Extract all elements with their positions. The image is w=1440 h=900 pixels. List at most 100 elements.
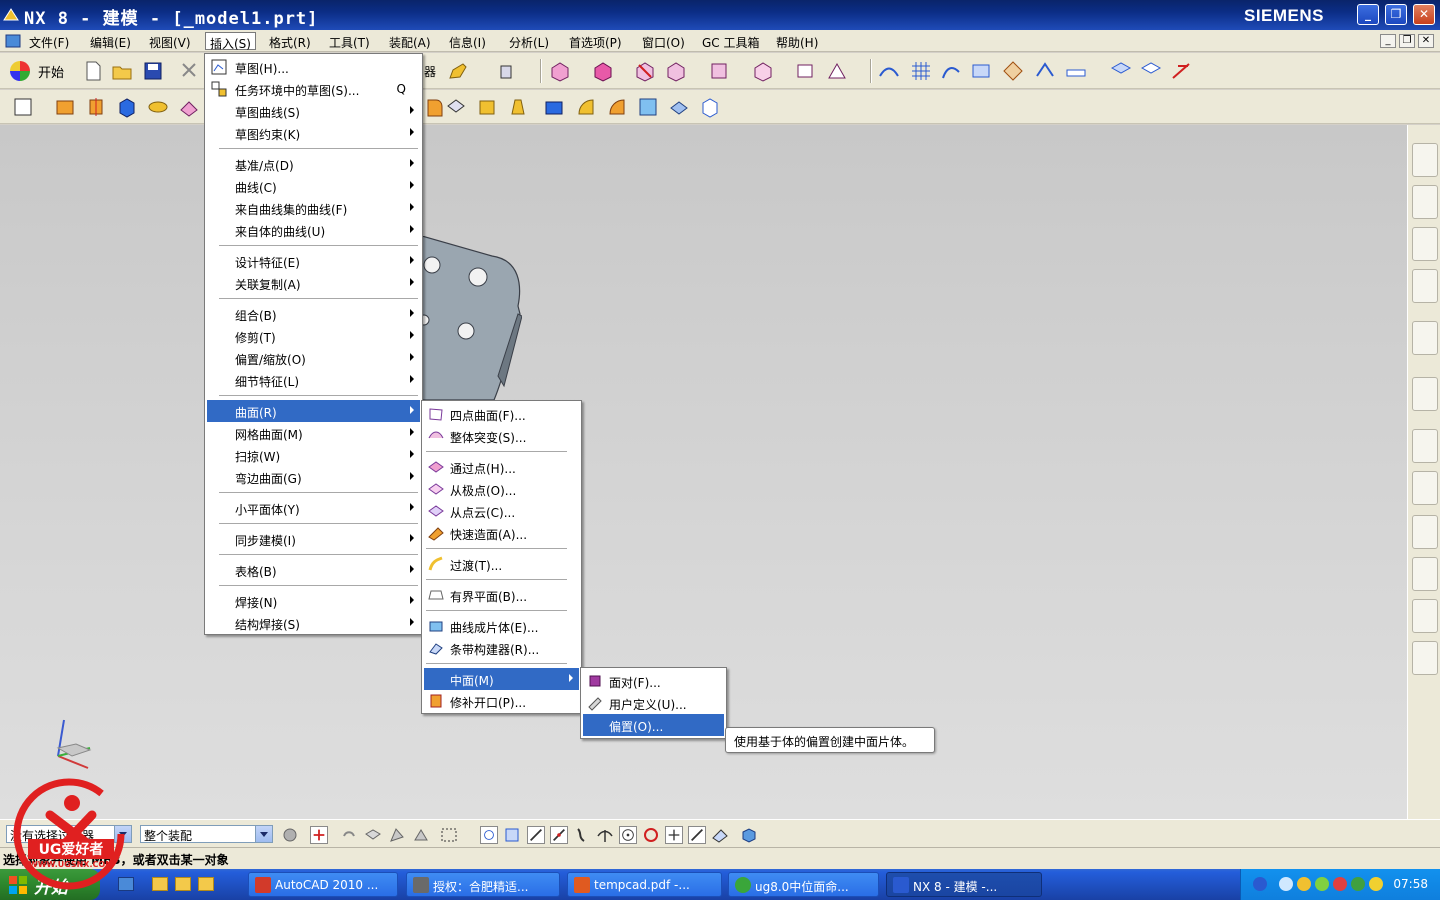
menu-item-sketch-constraint[interactable]: 草图约束(K) <box>207 122 420 144</box>
through-curves-icon[interactable] <box>878 60 900 82</box>
model-part[interactable] <box>422 236 522 400</box>
menu-item-strip-builder[interactable]: 条带构建器(R)... <box>424 637 579 659</box>
doc-close-button[interactable]: ✕ <box>1418 34 1434 48</box>
menu-item-detail-feature[interactable]: 细节特征(L) <box>207 369 420 391</box>
menu-item-user-defined[interactable]: 用户定义(U)... <box>583 692 724 714</box>
hide-icon[interactable] <box>634 60 656 82</box>
menu-item-four-point-surface[interactable]: 四点曲面(F)... <box>424 403 579 425</box>
section-icon[interactable] <box>795 60 817 82</box>
menu-item-associative-copy[interactable]: 关联复制(A) <box>207 272 420 294</box>
restore-button[interactable]: ❐ <box>1385 4 1407 25</box>
menu-item-rapid-surface[interactable]: 整体突变(S)... <box>424 425 579 447</box>
trim-sheet-icon[interactable] <box>1140 60 1162 82</box>
existing-point-icon[interactable] <box>665 826 683 844</box>
swept-icon[interactable] <box>940 60 962 82</box>
quadrant-point-icon[interactable] <box>642 826 660 844</box>
tray-update-icon[interactable] <box>1369 877 1383 891</box>
menu-file[interactable]: 文件(F) <box>25 32 73 50</box>
dropdown-arrow-icon[interactable] <box>255 826 272 842</box>
constraint-navigator-icon[interactable] <box>1412 185 1438 219</box>
hole-icon[interactable] <box>147 96 169 118</box>
menu-item-mesh-surface[interactable]: 网格曲面(M) <box>207 422 420 444</box>
menu-gc-toolkit[interactable]: GC 工具箱 <box>698 32 764 50</box>
view-icon[interactable] <box>549 60 571 82</box>
task-license[interactable]: 授权：合肥精适... <box>406 872 560 897</box>
wcs-icon[interactable] <box>752 60 774 82</box>
extrude-icon[interactable] <box>54 96 76 118</box>
doc-restore-button[interactable]: ❐ <box>1399 34 1415 48</box>
draft-icon[interactable] <box>507 96 529 118</box>
menu-window[interactable]: 窗口(O) <box>638 32 689 50</box>
menu-item-sketch-in-task[interactable]: 任务环境中的草图(S)... Q <box>207 78 420 100</box>
split-body-icon[interactable] <box>668 96 690 118</box>
select-body-icon[interactable] <box>364 826 382 844</box>
extend-icon[interactable] <box>1170 60 1192 82</box>
menu-assemblies[interactable]: 装配(A) <box>385 32 435 50</box>
menu-item-from-point-cloud[interactable]: 从点云(C)... <box>424 500 579 522</box>
menu-item-transition[interactable]: 过渡(T)... <box>424 553 579 575</box>
menu-item-curve-from-bodies[interactable]: 来自体的曲线(U) <box>207 219 420 241</box>
offset-surface-icon[interactable] <box>1110 60 1132 82</box>
quicklaunch-folder-icon[interactable] <box>175 877 191 891</box>
show-icon[interactable] <box>665 60 687 82</box>
menu-item-from-poles[interactable]: 从极点(O)... <box>424 478 579 500</box>
nx-app-icon[interactable] <box>3 7 19 23</box>
menu-item-offset-scale[interactable]: 偏置/缩放(O) <box>207 347 420 369</box>
chamfer-icon[interactable] <box>445 96 467 118</box>
tray-qq-icon[interactable] <box>1297 877 1311 891</box>
system-scenes-icon[interactable] <box>1412 641 1438 675</box>
general-selection-icon[interactable] <box>310 826 328 844</box>
menu-item-facet-body[interactable]: 小平面体(Y) <box>207 497 420 519</box>
part-navigator-icon[interactable] <box>1412 227 1438 261</box>
doc-minimize-button[interactable]: _ <box>1380 34 1396 48</box>
ruled-icon[interactable] <box>970 60 992 82</box>
pencil-icon[interactable] <box>447 60 469 82</box>
point-on-curve-icon[interactable] <box>688 826 706 844</box>
arc-center-icon[interactable] <box>619 826 637 844</box>
menu-item-rapid-surfacing[interactable]: 快速造面(A)... <box>424 522 579 544</box>
menu-item-structure-weld[interactable]: 结构焊接(S) <box>207 612 420 634</box>
filter-reset-icon[interactable] <box>281 826 299 844</box>
web-browser-icon[interactable] <box>1412 321 1438 355</box>
tray-arrow-icon[interactable] <box>1279 877 1293 891</box>
tray-um-icon[interactable] <box>1315 877 1329 891</box>
menu-item-flange-surface[interactable]: 弯边曲面(G) <box>207 466 420 488</box>
menu-analysis[interactable]: 分析(L) <box>505 32 553 50</box>
process-studio-icon[interactable] <box>1412 471 1438 505</box>
cut-icon[interactable] <box>178 60 200 82</box>
menu-item-datum-point[interactable]: 基准/点(D) <box>207 153 420 175</box>
edge-blend-icon[interactable] <box>424 96 446 118</box>
menu-format[interactable]: 格式(R) <box>265 32 315 50</box>
menu-insert[interactable]: 插入(S) <box>205 32 256 51</box>
menu-item-through-points[interactable]: 通过点(H)... <box>424 456 579 478</box>
menu-item-patch-openings[interactable]: 修补开口(P)... <box>424 690 579 712</box>
tray-network-icon[interactable] <box>1253 877 1267 891</box>
menu-item-synchronous-modeling[interactable]: 同步建模(I) <box>207 528 420 550</box>
menu-item-table[interactable]: 表格(B) <box>207 559 420 581</box>
save-icon[interactable] <box>142 60 164 82</box>
assembly-select-icon[interactable] <box>740 826 758 844</box>
task-browser[interactable]: ug8.0中位面命... <box>728 872 879 897</box>
task-pdf[interactable]: tempcad.pdf -... <box>567 872 722 897</box>
clock-icon[interactable] <box>1412 429 1438 463</box>
block-icon[interactable] <box>116 96 138 118</box>
menu-help[interactable]: 帮助(H) <box>772 32 822 50</box>
law-extension-icon[interactable] <box>1065 60 1087 82</box>
shell-icon[interactable] <box>476 96 498 118</box>
boss-icon[interactable] <box>178 96 200 118</box>
through-curve-mesh-icon[interactable] <box>910 60 932 82</box>
trim-body-icon[interactable] <box>637 96 659 118</box>
snap-point-icon[interactable] <box>480 826 498 844</box>
snap-options-icon[interactable] <box>503 826 521 844</box>
select-component-icon[interactable] <box>412 826 430 844</box>
revolve-icon[interactable] <box>85 96 107 118</box>
intersect-icon[interactable] <box>606 96 628 118</box>
reuse-library-icon[interactable] <box>1412 269 1438 303</box>
menu-item-sketch-curve[interactable]: 草图曲线(S) <box>207 100 420 122</box>
menu-view[interactable]: 视图(V) <box>145 32 195 50</box>
n-sided-icon[interactable] <box>1002 60 1024 82</box>
intersection-point-icon[interactable] <box>596 826 614 844</box>
subtract-icon[interactable] <box>575 96 597 118</box>
rectangle-select-icon[interactable] <box>440 826 458 844</box>
mid-point-icon[interactable] <box>550 826 568 844</box>
